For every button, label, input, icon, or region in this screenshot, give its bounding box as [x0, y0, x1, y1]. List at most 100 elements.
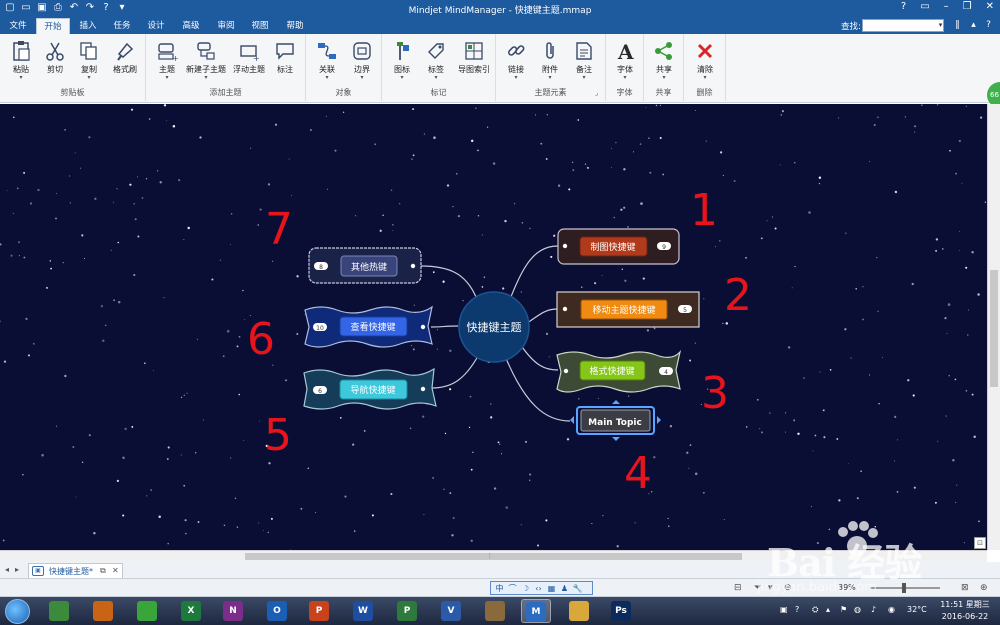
visio-icon[interactable]: V	[436, 599, 466, 623]
paste-button[interactable]: 粘贴 ▾	[6, 40, 36, 86]
photoshop-icon[interactable]: Ps	[606, 599, 636, 623]
topic-format-shortcuts[interactable]: 格式快捷键 4 3	[556, 349, 729, 419]
help-circle-icon[interactable]: ?	[982, 19, 995, 32]
zoom-out-icon[interactable]: ⊖	[784, 583, 792, 593]
volume-icon[interactable]: ♪	[871, 605, 876, 614]
tab-task[interactable]: 任务	[108, 18, 136, 34]
tab-insert[interactable]: 插入	[74, 18, 102, 34]
fit-map-icon[interactable]: ⊠	[961, 583, 969, 593]
cut-button[interactable]: 剪切	[40, 40, 70, 86]
topic-drawing-shortcuts[interactable]: 制图快捷键 9 1	[557, 185, 718, 265]
ime-settings-icon[interactable]: 🔧	[572, 584, 583, 593]
outlook-icon[interactable]: O	[262, 599, 292, 623]
search-dropdown-icon[interactable]: ▾	[936, 19, 945, 32]
onenote-icon[interactable]: N	[218, 599, 248, 623]
tab-advanced[interactable]: 高级	[177, 18, 205, 34]
tab-design[interactable]: 设计	[142, 18, 170, 34]
view-toggle-icon[interactable]: ⊟	[734, 583, 742, 593]
photos-icon[interactable]	[44, 599, 74, 623]
filter-dropdown-icon[interactable]: ▾	[768, 583, 773, 593]
explorer-icon[interactable]	[564, 599, 594, 623]
format-painter-button[interactable]: 格式刷	[108, 40, 142, 86]
tray-help-icon[interactable]: ?	[795, 605, 799, 614]
horizontal-scroll-thumb[interactable]	[245, 553, 742, 560]
minimize-icon[interactable]: ▭	[920, 1, 929, 12]
attachment-button[interactable]: 附件 ▾	[534, 40, 566, 86]
flag-icon[interactable]: ⚑	[840, 605, 847, 614]
system-clock[interactable]: 11:51 星期三 2016-06-22	[935, 599, 995, 623]
cat-icon[interactable]	[480, 599, 510, 623]
tab-scroll-right-icon[interactable]: ▸	[15, 565, 19, 574]
resize-handle-bottom[interactable]	[612, 437, 620, 441]
resize-handle-top[interactable]	[612, 400, 620, 404]
callout-button[interactable]: 标注	[270, 40, 300, 86]
zoom-slider-knob[interactable]	[902, 583, 906, 593]
resize-handle-left[interactable]	[570, 416, 574, 424]
topic-main-topic[interactable]: Main Topic 4	[570, 400, 661, 499]
start-button[interactable]	[5, 599, 30, 624]
ime-user-icon[interactable]: ♟	[559, 584, 570, 593]
tray-tool-icon[interactable]: ⛭	[812, 605, 818, 615]
new-subtopic-button[interactable]: 新建子主题 ▾	[184, 40, 228, 86]
topic-button[interactable]: + 主题 ▾	[152, 40, 182, 86]
find-options-icon[interactable]: ‖	[951, 19, 964, 32]
map-canvas[interactable]: 快捷键主题 制图快捷键 9 1 移动主题快捷键 5 2 格式快捷键 4 3 Ma…	[0, 104, 987, 550]
temperature[interactable]: 32°C	[907, 605, 927, 614]
tab-file[interactable]: 文件	[4, 18, 32, 34]
help-window-icon[interactable]: ?	[901, 1, 906, 12]
zoom-in-icon[interactable]: ⊕	[980, 583, 988, 593]
ime-code-icon[interactable]: ‹›	[533, 584, 544, 593]
icon-marker-button[interactable]: 图标 ▾	[386, 40, 418, 86]
filter-icon[interactable]: ⏷	[754, 583, 761, 593]
boundary-button[interactable]: 边界 ▾	[346, 40, 378, 86]
ime-toolbar[interactable]: 中 ⌒ ☽ ‹› ▦ ♟ 🔧	[490, 581, 593, 595]
topic-other-hotkeys[interactable]: 8 其他热键 7	[265, 204, 422, 284]
tray-app-icon[interactable]: ▣	[780, 605, 788, 614]
ime-moon-icon[interactable]: ☽	[520, 584, 531, 593]
wechat-icon[interactable]: ◉	[888, 605, 895, 614]
floating-topic-button[interactable]: + 浮动主题	[230, 40, 268, 86]
network-icon[interactable]: ◍	[854, 605, 861, 614]
search-app-icon[interactable]	[88, 599, 118, 623]
topic-view-shortcuts[interactable]: 10 查看快捷键 6	[247, 305, 433, 365]
tab-float-icon[interactable]: ⧉	[100, 566, 106, 576]
excel-icon[interactable]: X	[176, 599, 206, 623]
mindmanager-icon[interactable]: M	[521, 599, 551, 623]
tag-button[interactable]: 标签 ▾	[420, 40, 452, 86]
dialog-launcher-icon[interactable]: ⌟	[595, 89, 603, 97]
ime-mode-icon[interactable]: 中	[494, 583, 505, 594]
vertical-scrollbar[interactable]	[987, 104, 1000, 550]
clear-button[interactable]: 清除 ▾	[689, 40, 721, 86]
close-icon[interactable]: ✕	[986, 1, 994, 12]
font-button[interactable]: A 字体 ▾	[609, 40, 641, 86]
copy-button[interactable]: 复制 ▾	[74, 40, 104, 86]
expand-corner-icon[interactable]: ⊡	[974, 537, 986, 549]
ime-punct-icon[interactable]: ⌒	[507, 583, 518, 594]
search-input[interactable]	[862, 19, 944, 32]
topic-move-topic-shortcuts[interactable]: 移动主题快捷键 5 2	[556, 270, 752, 328]
link-button[interactable]: 链接 ▾	[500, 40, 532, 86]
project-icon[interactable]: P	[392, 599, 422, 623]
ime-keyboard-icon[interactable]: ▦	[546, 584, 557, 593]
topic-navigation-shortcuts[interactable]: 6 导航快捷键 5	[264, 367, 437, 461]
map-index-button[interactable]: 导图索引	[454, 40, 494, 86]
word-icon[interactable]: W	[348, 599, 378, 623]
tab-view[interactable]: 视图	[246, 18, 274, 34]
tab-review[interactable]: 审阅	[212, 18, 240, 34]
document-tab[interactable]: ▣ 快捷键主题* ⧉ ✕	[28, 563, 123, 578]
resize-handle-right[interactable]	[657, 416, 661, 424]
tab-home[interactable]: 开始	[36, 18, 70, 34]
zoom-slider[interactable]	[870, 583, 940, 593]
vertical-scroll-thumb[interactable]	[990, 270, 998, 387]
collapse-ribbon-icon[interactable]: ▴	[967, 19, 980, 32]
share-button[interactable]: 共享 ▾	[648, 40, 680, 86]
tray-arrow-icon[interactable]: ▴	[826, 605, 830, 614]
horizontal-scrollbar[interactable]: ⦙	[0, 550, 987, 562]
tab-help[interactable]: 帮助	[281, 18, 309, 34]
restore-icon[interactable]: ❐	[963, 1, 972, 12]
powerpoint-icon[interactable]: P	[304, 599, 334, 623]
browser-icon[interactable]	[132, 599, 162, 623]
central-topic[interactable]: 快捷键主题	[458, 291, 530, 363]
relationship-button[interactable]: 关联 ▾	[310, 40, 344, 86]
tab-scroll-left-icon[interactable]: ◂	[5, 565, 9, 574]
